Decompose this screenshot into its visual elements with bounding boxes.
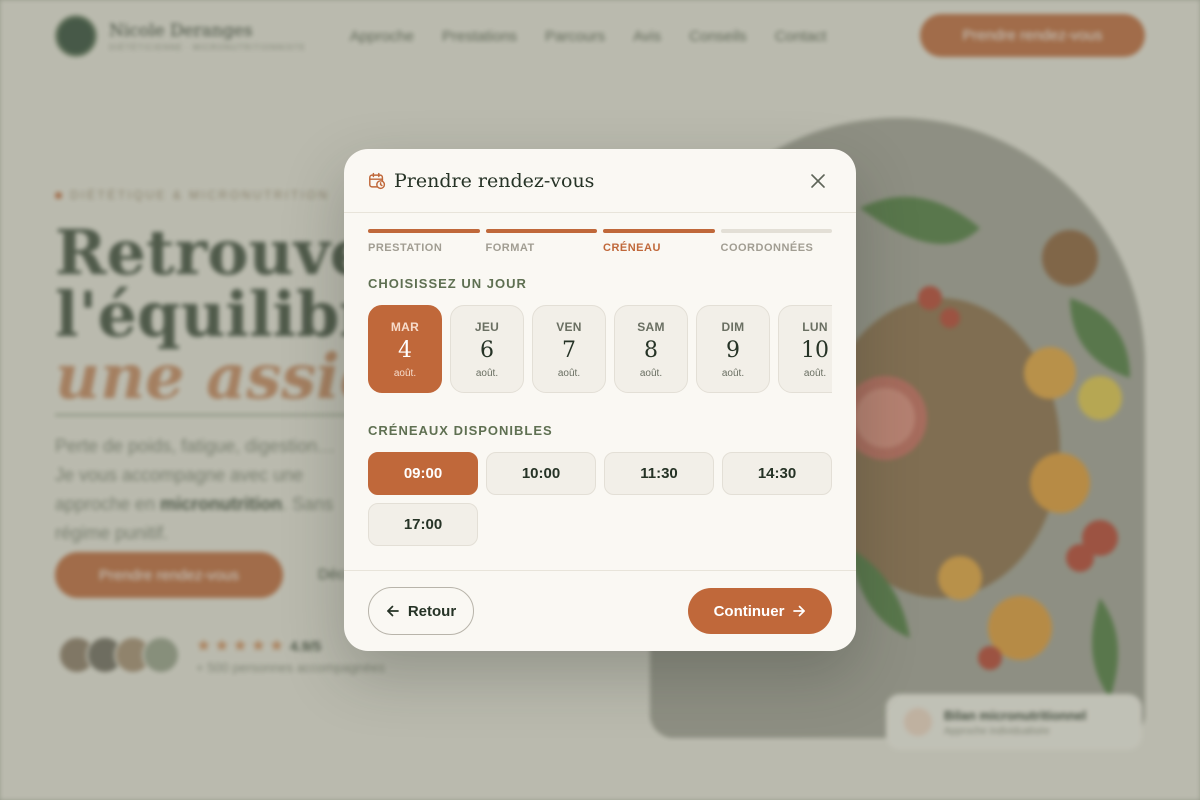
arrow-left-icon [386,604,400,618]
step-label: PRESTATION [368,242,443,254]
time-slot-0900[interactable]: 09:00 [368,452,478,495]
close-icon[interactable] [808,171,828,191]
booking-modal: Prendre rendez-vous PRESTATION FORMAT CR… [344,149,856,651]
arrow-right-icon [792,604,806,618]
day-number: 9 [726,338,740,363]
time-slot-1000[interactable]: 10:00 [486,452,596,495]
day-weekday: DIM [721,320,745,334]
day-option-ven-7[interactable]: VEN 7 août. [532,305,606,393]
step-label: FORMAT [485,242,535,254]
modal-title: Prendre rendez-vous [394,169,595,192]
day-weekday: SAM [637,320,665,334]
back-button-label: Retour [407,602,457,620]
days-section-title: CHOISISSEZ UN JOUR [368,276,527,291]
slots-section-title: CRÉNEAUX DISPONIBLES [368,423,553,438]
day-month: août. [557,368,581,379]
step-bar [485,229,597,233]
day-number: 4 [398,338,412,363]
day-weekday: JEU [474,320,500,334]
day-month: août. [639,368,663,379]
step-bar [368,229,480,233]
step-prestation: PRESTATION [368,229,480,254]
modal-header: Prendre rendez-vous [344,149,856,213]
calendar-clock-icon [368,172,386,190]
step-bar [720,229,832,233]
day-weekday: MAR [390,320,420,334]
step-progress: PRESTATION FORMAT CRÉNEAU COORDONNÉES [344,213,856,254]
step-label: COORDONNÉES [720,242,814,254]
day-weekday: VEN [556,320,582,334]
day-month: août. [721,368,745,379]
step-coordonnees: COORDONNÉES [720,229,832,254]
time-slot-1130[interactable]: 11:30 [604,452,714,495]
step-creneau: CRÉNEAU [603,229,715,254]
continue-button-label: Continuer [713,602,785,620]
day-number: 8 [644,338,658,363]
continue-button[interactable]: Continuer [688,588,832,634]
day-number: 10 [801,338,829,363]
day-option-dim-9[interactable]: DIM 9 août. [696,305,770,393]
time-slot-1700[interactable]: 17:00 [368,503,478,546]
day-picker: MAR 4 août. JEU 6 août. VEN 7 août. SAM … [368,305,832,393]
day-weekday: LUN [802,320,828,334]
day-number: 6 [480,338,494,363]
day-month: août. [803,368,827,379]
modal-footer: Retour Continuer [344,570,856,651]
back-button[interactable]: Retour [368,587,474,635]
day-option-lun-10[interactable]: LUN 10 août. [778,305,832,393]
time-slot-grid: 09:00 10:00 11:30 14:30 17:00 [368,452,832,546]
day-option-jeu-6[interactable]: JEU 6 août. [450,305,524,393]
day-month: août. [393,368,417,379]
day-month: août. [475,368,499,379]
step-bar [603,229,715,233]
day-number: 7 [562,338,576,363]
step-format: FORMAT [485,229,597,254]
step-label: CRÉNEAU [603,242,661,254]
day-option-sam-8[interactable]: SAM 8 août. [614,305,688,393]
day-option-mar-4[interactable]: MAR 4 août. [368,305,442,393]
time-slot-1430[interactable]: 14:30 [722,452,832,495]
